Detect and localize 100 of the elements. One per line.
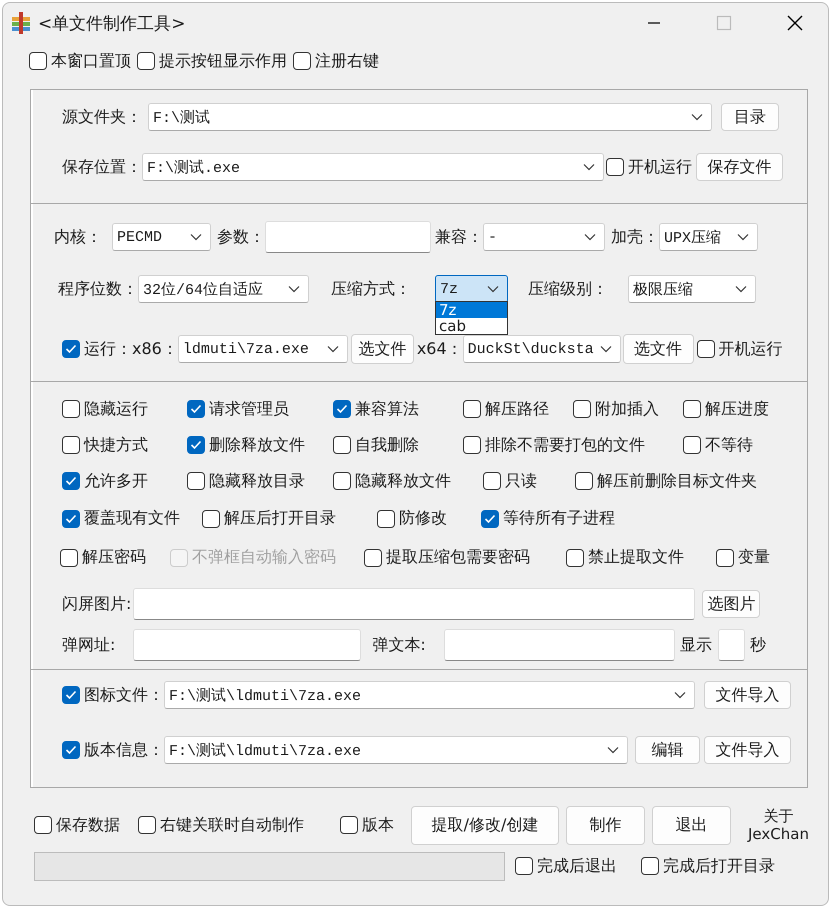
checkmark-icon: [65, 476, 77, 486]
checkbox[interactable]: [515, 857, 533, 875]
splash-image-field[interactable]: [133, 588, 696, 620]
directory-button[interactable]: 目录: [721, 103, 779, 131]
dropdown[interactable]: DuckSt\ducksta: [462, 335, 621, 363]
checkbox-label: 删除释放文件: [209, 434, 305, 456]
checkbox-label: 覆盖现有文件: [84, 508, 180, 529]
checkbox[interactable]: [62, 472, 80, 490]
checkbox-label: 变量: [738, 547, 770, 568]
import-file-button[interactable]: 文件导入: [704, 681, 791, 709]
field-label: 程序位数：: [58, 278, 138, 300]
checkbox[interactable]: [333, 436, 351, 454]
field-label: 保存位置：: [62, 156, 142, 178]
checkbox[interactable]: [293, 52, 311, 70]
dropdown[interactable]: 7z: [435, 275, 508, 303]
checkbox-label: 开机运行: [628, 156, 692, 178]
checkbox[interactable]: [187, 472, 205, 490]
about-link[interactable]: 关于: [763, 807, 794, 825]
checkbox-label: 隐藏释放目录: [209, 470, 305, 492]
choose-file-button[interactable]: 选文件: [622, 334, 694, 364]
checkbox[interactable]: [566, 548, 584, 566]
dropdown[interactable]: 32位/64位自适应: [138, 275, 309, 303]
close-icon[interactable]: [786, 14, 804, 32]
checkbox[interactable]: [377, 510, 395, 528]
checkbox[interactable]: [138, 816, 156, 834]
edit-button[interactable]: 编辑: [635, 736, 700, 764]
dropdown[interactable]: F:\测试.exe: [142, 153, 604, 181]
checkmark-icon: [65, 745, 77, 755]
build-button[interactable]: 制作: [566, 806, 645, 844]
checkbox[interactable]: [62, 340, 80, 358]
checkbox[interactable]: [62, 741, 80, 759]
checkbox[interactable]: [463, 436, 481, 454]
checkbox[interactable]: [683, 400, 701, 418]
archive-icon: [10, 11, 32, 35]
checkbox[interactable]: [62, 686, 80, 704]
choose-image-button[interactable]: 选图片: [702, 590, 760, 618]
chevron-down-icon: [326, 345, 339, 353]
checkbox[interactable]: [716, 548, 734, 566]
field-label: 秒: [750, 634, 766, 656]
checkbox[interactable]: [60, 548, 78, 566]
save-file-button[interactable]: 保存文件: [696, 153, 783, 181]
checkbox[interactable]: [606, 158, 624, 176]
author-name: JexChan: [748, 825, 809, 843]
checkbox[interactable]: [62, 510, 80, 528]
dropdown[interactable]: F:\测试: [148, 103, 712, 131]
checkbox[interactable]: [340, 816, 358, 834]
checkbox-label: 只读: [505, 470, 537, 492]
params-field[interactable]: [265, 221, 431, 253]
checkbox[interactable]: [202, 510, 220, 528]
checkbox[interactable]: [696, 340, 715, 358]
import-file-button[interactable]: 文件导入: [704, 736, 791, 764]
dropdown[interactable]: -: [483, 223, 605, 251]
checkbox[interactable]: [641, 857, 659, 875]
exit-button[interactable]: 退出: [652, 806, 731, 844]
seconds-field[interactable]: [718, 629, 745, 661]
checkmark-icon: [65, 690, 77, 700]
dropdown[interactable]: UPX压缩: [659, 223, 758, 251]
chevron-down-icon: [735, 285, 747, 293]
checkbox-label: 本窗口置顶: [51, 50, 131, 72]
checkbox[interactable]: [333, 472, 351, 490]
dropdown[interactable]: 极限压缩: [628, 275, 756, 303]
checkbox-label: 隐藏释放文件: [355, 470, 451, 492]
checkbox[interactable]: [364, 548, 382, 566]
checkbox-label: 不弹框自动输入密码: [192, 547, 336, 568]
checkbox[interactable]: [575, 472, 593, 490]
checkbox[interactable]: [683, 436, 701, 454]
checkmark-icon: [190, 440, 202, 450]
dropdown-option[interactable]: 7z: [436, 302, 507, 318]
field-label: 内核：: [54, 226, 102, 248]
dropdown[interactable]: F:\测试\ldmuti\7za.exe: [164, 681, 695, 709]
popup-url-field[interactable]: [133, 629, 362, 661]
checkbox[interactable]: [481, 510, 499, 528]
checkbox[interactable]: [463, 400, 481, 418]
field-label: x64：: [416, 338, 463, 360]
checkmark-icon: [336, 404, 348, 414]
choose-file-button[interactable]: 选文件: [350, 334, 414, 364]
checkbox[interactable]: [187, 400, 205, 418]
dropdown[interactable]: PECMD: [112, 223, 211, 251]
checkbox-label: 快捷方式: [84, 434, 148, 456]
checkbox-label: 开机运行: [718, 338, 783, 360]
extract-modify-create-button[interactable]: 提取/修改/创建: [411, 806, 559, 844]
checkbox[interactable]: [573, 400, 591, 418]
checkmark-icon: [190, 404, 202, 414]
field-label: 参数：: [217, 226, 265, 248]
checkbox[interactable]: [34, 816, 52, 834]
checkbox[interactable]: [62, 436, 80, 454]
checkbox[interactable]: [187, 436, 205, 454]
dropdown[interactable]: ldmuti\7za.exe: [178, 335, 348, 363]
chevron-down-icon: [190, 233, 202, 241]
dropdown-option[interactable]: cab: [436, 318, 507, 334]
checkbox-label: 解压路径: [485, 398, 549, 420]
checkbox[interactable]: [137, 52, 155, 70]
dropdown[interactable]: F:\测试\ldmuti\7za.exe: [164, 736, 628, 764]
checkbox[interactable]: [333, 400, 351, 418]
checkbox[interactable]: [483, 472, 501, 490]
popup-text-field[interactable]: [444, 629, 675, 661]
checkmark-icon: [65, 344, 77, 354]
field-label: 源文件夹：: [62, 106, 142, 128]
checkbox[interactable]: [29, 52, 47, 70]
checkbox[interactable]: [62, 400, 80, 418]
